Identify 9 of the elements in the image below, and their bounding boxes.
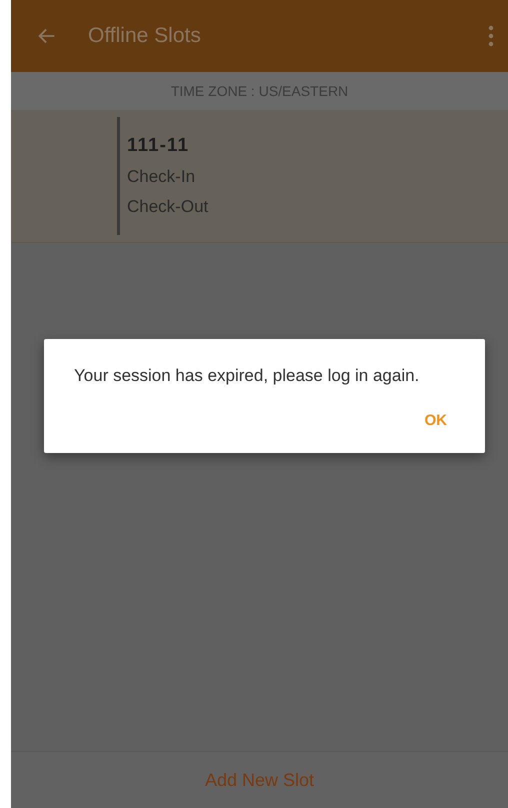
slot-action-label: Check-In (127, 167, 196, 187)
screen-title: Offline Slots (88, 24, 202, 48)
slot-code: 111-11 (127, 135, 190, 157)
slot-action-label: Check-Out (127, 197, 208, 217)
dialog-message: Your session has expired, please log in again. (74, 365, 420, 386)
add-new-slot-button[interactable]: Add New Slot (194, 764, 324, 796)
ok-button[interactable]: OK (416, 408, 455, 433)
slot-row[interactable]: 111-11 Check-In Check-Out (11, 110, 508, 243)
more-options-icon[interactable] (488, 24, 494, 48)
